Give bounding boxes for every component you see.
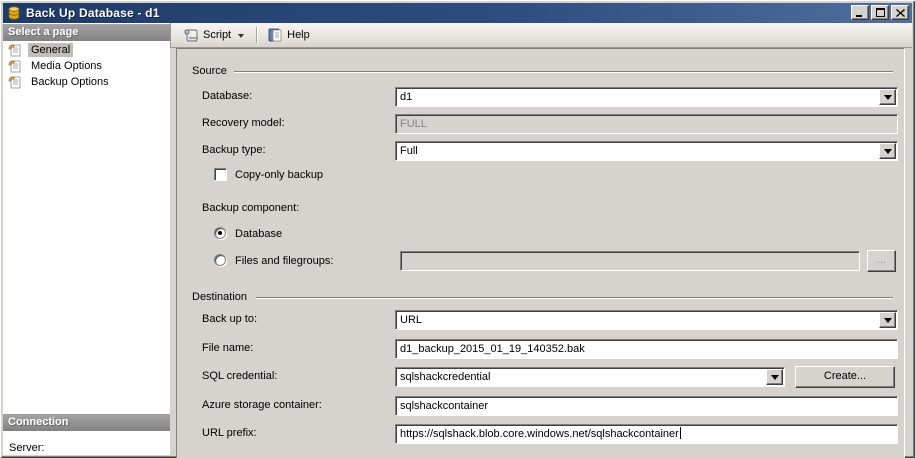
database-radio-label: Database	[235, 228, 283, 240]
select-a-page-header: Select a page	[3, 24, 170, 41]
toolbar: Script Help	[170, 23, 912, 48]
window-title: Back Up Database - d1	[26, 6, 160, 20]
chevron-down-icon[interactable]	[879, 312, 896, 328]
chevron-down-icon[interactable]	[879, 143, 896, 159]
general-page-panel: Source Database: d1 Recovery model: FULL…	[176, 48, 905, 458]
database-icon	[8, 6, 20, 20]
sidebar: Select a page General Media Options Back…	[3, 23, 170, 455]
script-button[interactable]: Script	[179, 25, 250, 45]
database-value: d1	[400, 91, 413, 103]
recovery-model-label: Recovery model:	[202, 117, 285, 129]
azure-container-field[interactable]: sqlshackcontainer	[395, 396, 898, 416]
destination-group-label: Destination	[192, 291, 248, 303]
back-up-to-value: URL	[400, 314, 423, 326]
sidebar-item-media-options[interactable]: Media Options	[3, 58, 170, 74]
database-label: Database:	[202, 90, 253, 102]
database-radio[interactable]	[214, 227, 226, 239]
maximize-button[interactable]	[871, 5, 889, 20]
sidebar-item-label: Backup Options	[31, 76, 109, 88]
page-icon	[8, 60, 21, 73]
sidebar-item-label: General	[28, 43, 74, 57]
browse-button[interactable]: ...	[867, 250, 896, 272]
sidebar-item-backup-options[interactable]: Backup Options	[3, 74, 170, 90]
script-dropdown-arrow-icon[interactable]	[238, 33, 245, 41]
chevron-down-icon[interactable]	[766, 369, 783, 385]
back-up-to-label: Back up to:	[202, 313, 258, 325]
close-button[interactable]	[891, 5, 909, 20]
file-name-field[interactable]: d1_backup_2015_01_19_140352.bak	[395, 339, 898, 359]
sql-credential-value: sqlshackcredential	[400, 371, 491, 383]
help-label: Help	[287, 29, 310, 41]
text-cursor	[679, 427, 681, 439]
toolbar-separator	[256, 27, 258, 43]
server-label: Server:	[9, 442, 45, 454]
page-icon	[8, 76, 21, 89]
script-scroll-icon	[184, 29, 198, 42]
help-book-icon	[268, 28, 282, 42]
help-button[interactable]: Help	[263, 25, 314, 45]
azure-container-value: sqlshackcontainer	[400, 400, 489, 412]
sql-credential-label: SQL credential:	[202, 370, 278, 382]
source-group-label: Source	[192, 65, 227, 77]
backup-type-combobox[interactable]: Full	[395, 141, 898, 161]
azure-container-label: Azure storage container:	[202, 399, 322, 411]
destination-group-line	[256, 297, 893, 299]
backup-database-dialog: Back Up Database - d1 Select a page Gene…	[0, 0, 915, 458]
url-prefix-label: URL prefix:	[202, 427, 257, 439]
create-button[interactable]: Create...	[795, 366, 895, 388]
copy-only-backup-checkbox[interactable]	[214, 168, 227, 181]
source-group-line	[234, 71, 893, 73]
url-prefix-value: https://sqlshack.blob.core.windows.net/s…	[400, 428, 679, 440]
sql-credential-combobox[interactable]: sqlshackcredential	[395, 367, 785, 387]
copy-only-backup-label: Copy-only backup	[235, 169, 324, 181]
recovery-model-field: FULL	[395, 114, 898, 134]
minimize-button[interactable]	[851, 5, 869, 20]
back-up-to-combobox[interactable]: URL	[395, 310, 898, 330]
file-name-label: File name:	[202, 342, 254, 354]
sidebar-item-label: Media Options	[31, 60, 102, 72]
files-filegroups-radio[interactable]	[214, 254, 226, 266]
files-filegroups-label: Files and filegroups:	[235, 255, 334, 267]
backup-type-label: Backup type:	[202, 144, 266, 156]
titlebar[interactable]: Back Up Database - d1	[3, 3, 912, 23]
url-prefix-field[interactable]: https://sqlshack.blob.core.windows.net/s…	[395, 424, 898, 444]
files-filegroups-field	[400, 251, 860, 271]
database-combobox[interactable]: d1	[395, 87, 898, 107]
chevron-down-icon[interactable]	[879, 89, 896, 105]
script-label: Script	[203, 29, 232, 41]
connection-header: Connection	[3, 414, 170, 431]
sidebar-item-general[interactable]: General	[3, 42, 170, 58]
page-icon	[8, 44, 21, 57]
file-name-value: d1_backup_2015_01_19_140352.bak	[400, 343, 585, 355]
backup-component-label: Backup component:	[202, 202, 300, 214]
backup-type-value: Full	[400, 145, 418, 157]
